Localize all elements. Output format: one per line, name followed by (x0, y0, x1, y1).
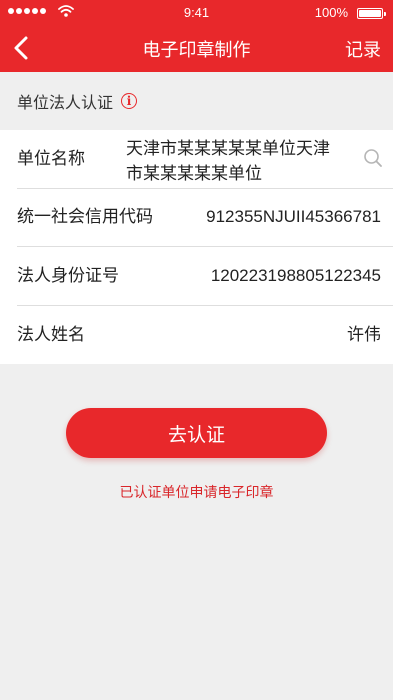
credit-code-value[interactable]: 912355NJUII45366781 (206, 188, 381, 246)
search-icon[interactable] (363, 148, 383, 168)
nav-bar: 电子印章制作 记录 (0, 26, 393, 72)
unit-name-value[interactable]: 天津市某某某某某单位天津 市某某某某某单位 (126, 136, 356, 186)
certification-form: 单位名称 天津市某某某某某单位天津 市某某某某某单位 统一社会信用代码 9123… (0, 130, 393, 364)
unit-name-row[interactable]: 单位名称 天津市某某某某某单位天津 市某某某某某单位 (17, 130, 393, 189)
legal-name-value[interactable]: 许伟 (347, 306, 381, 364)
page-title: 电子印章制作 (142, 40, 251, 60)
battery-percentage: 100% (314, 5, 348, 20)
id-number-value[interactable]: 120223198805122345 (211, 247, 381, 305)
section-header: 单位法人认证 i (0, 72, 393, 130)
section-title: 单位法人认证 (17, 95, 114, 112)
legal-name-row[interactable]: 法人姓名 许伟 (17, 306, 393, 364)
info-icon[interactable]: i (121, 93, 138, 109)
id-number-label: 法人身份证号 (17, 266, 119, 285)
credit-code-label: 统一社会信用代码 (17, 207, 153, 226)
id-number-row[interactable]: 法人身份证号 120223198805122345 (17, 247, 393, 306)
status-bar: 9:41 100% (0, 0, 393, 26)
credit-code-row[interactable]: 统一社会信用代码 912355NJUII45366781 (17, 188, 393, 247)
unit-name-value-line1: 天津市某某某某某单位天津 (126, 139, 330, 158)
certify-button[interactable]: 去认证 (66, 408, 327, 458)
unit-name-value-line2: 市某某某某某单位 (126, 164, 262, 183)
app-header: 9:41 100% 电子印章制作 记录 (0, 0, 393, 72)
unit-name-label: 单位名称 (17, 149, 85, 168)
battery-icon (357, 8, 386, 19)
apply-seal-link[interactable]: 已认证单位申请电子印章 (0, 482, 393, 502)
legal-name-label: 法人姓名 (17, 325, 85, 344)
record-button[interactable]: 记录 (345, 36, 381, 62)
